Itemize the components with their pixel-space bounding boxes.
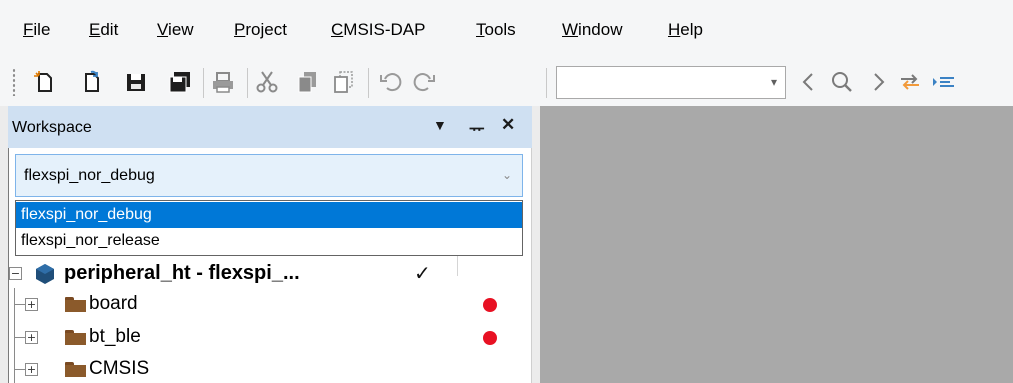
chevron-down-icon[interactable]: ⌄ (502, 168, 512, 182)
editor-area (540, 106, 1013, 383)
configuration-option-release[interactable]: flexspi_nor_release (16, 228, 522, 254)
new-file-icon[interactable] (33, 70, 57, 94)
save-icon[interactable] (124, 70, 148, 94)
folder-icon (65, 362, 86, 377)
folder-icon (65, 297, 86, 312)
save-all-icon[interactable] (168, 70, 192, 94)
configuration-select[interactable]: flexspi_nor_debug ⌄ (15, 154, 523, 197)
workspace-title: Workspace (12, 119, 92, 136)
find-icon[interactable] (830, 70, 854, 94)
modified-dot-icon (483, 298, 497, 312)
tree-item-bt-ble[interactable]: + bt_ble (9, 321, 531, 353)
undo-icon[interactable] (379, 70, 403, 94)
active-project-check-icon: ✓ (414, 263, 431, 285)
menu-file[interactable]: File (23, 20, 50, 40)
navigate-back-icon[interactable] (797, 70, 821, 94)
project-label: peripheral_ht - flexspi_... (64, 262, 300, 284)
workspace-title-bar: Workspace ▼ ᅲ ✕ (8, 106, 532, 148)
next-statement-icon[interactable] (932, 70, 956, 94)
copy-icon[interactable] (296, 70, 320, 94)
configuration-dropdown-list: flexspi_nor_debug flexspi_nor_release (15, 200, 523, 256)
tree-item-cmsis[interactable]: + CMSIS (9, 353, 531, 383)
menu-bar: File Edit View Project CMSIS-DAP Tools W… (0, 0, 1013, 58)
tree-branch-line (14, 337, 25, 338)
menu-edit[interactable]: Edit (89, 20, 118, 40)
workspace-body: flexspi_nor_debug ⌄ − peripheral_ht - fl… (8, 148, 532, 383)
toolbar-separator (368, 68, 369, 98)
menu-tools[interactable]: Tools (476, 20, 516, 40)
toolbar: ▾ (0, 58, 1013, 106)
tree-item-label: bt_ble (89, 326, 141, 347)
toggle-bookmark-icon[interactable] (898, 70, 922, 94)
modified-dot-icon (483, 331, 497, 345)
project-cube-icon (36, 264, 54, 284)
pin-icon[interactable]: ᅲ (469, 115, 485, 140)
toolbar-separator (247, 68, 248, 98)
panel-options-icon[interactable]: ▼ (433, 117, 447, 133)
collapse-box-icon[interactable]: − (9, 267, 22, 280)
menu-project[interactable]: Project (234, 20, 287, 40)
print-icon[interactable] (211, 70, 235, 94)
menu-window[interactable]: Window (562, 20, 622, 40)
expand-box-icon[interactable]: + (25, 298, 38, 311)
redo-icon[interactable] (412, 70, 436, 94)
menu-view[interactable]: View (157, 20, 194, 40)
chevron-down-icon[interactable]: ▾ (771, 75, 777, 89)
workspace-panel: Workspace ▼ ᅲ ✕ flexspi_nor_debug ⌄ − pe… (0, 106, 540, 383)
expand-box-icon[interactable]: + (25, 331, 38, 344)
find-combo[interactable]: ▾ (556, 66, 786, 99)
configuration-selected-value: flexspi_nor_debug (24, 167, 155, 184)
folder-icon (65, 330, 86, 345)
toolbar-separator (546, 68, 547, 98)
tree-item-label: CMSIS (89, 358, 150, 379)
tree-branch-line (14, 304, 25, 305)
tree-branch-line (14, 369, 25, 370)
expand-box-icon[interactable]: + (25, 363, 38, 376)
open-file-icon[interactable] (80, 70, 104, 94)
cut-icon[interactable] (255, 70, 279, 94)
paste-icon[interactable] (332, 70, 356, 94)
menu-cmsis-dap[interactable]: CMSIS-DAP (331, 20, 425, 40)
menu-help[interactable]: Help (668, 20, 703, 40)
close-icon[interactable]: ✕ (501, 115, 515, 135)
tree-project-node[interactable]: − peripheral_ht - flexspi_... ✓ (9, 257, 531, 289)
toolbar-separator (203, 68, 204, 98)
navigate-forward-icon[interactable] (866, 70, 890, 94)
toolbar-grip[interactable] (12, 68, 16, 96)
tree-item-board[interactable]: + board (9, 288, 531, 320)
tree-item-label: board (89, 293, 138, 314)
configuration-option-debug[interactable]: flexspi_nor_debug (16, 202, 522, 228)
